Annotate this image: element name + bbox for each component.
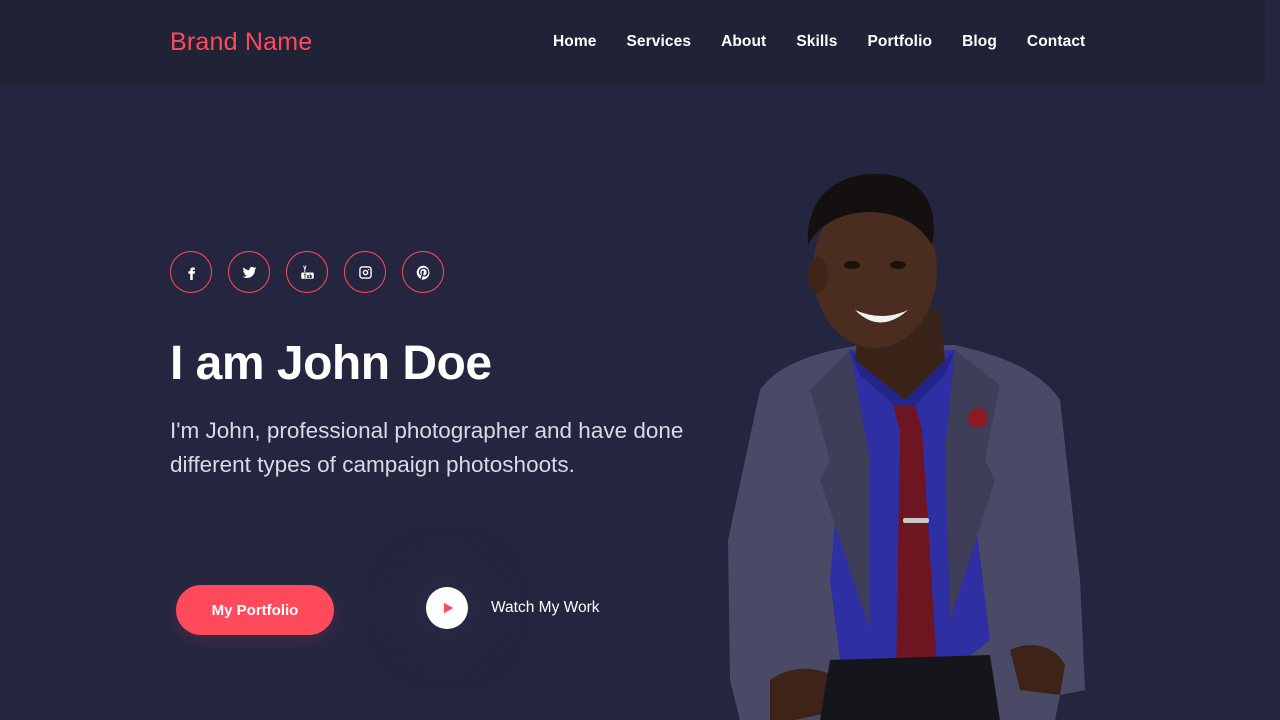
hero-description: I'm John, professional photographer and … [170, 418, 684, 477]
person-photo [728, 173, 1085, 720]
facebook-link[interactable] [170, 251, 212, 293]
watch-my-work-label: Watch My Work [491, 599, 600, 616]
instagram-link[interactable] [344, 251, 386, 293]
scrollbar[interactable] [1265, 0, 1280, 720]
navbar: Brand Name Home Services About Skills Po… [0, 0, 1265, 86]
nav-link-portfolio[interactable]: Portfolio [867, 33, 932, 50]
pinterest-icon [416, 265, 429, 280]
play-button[interactable] [426, 587, 468, 629]
nav-link-skills[interactable]: Skills [796, 33, 837, 50]
social-links [170, 251, 460, 293]
instagram-icon [358, 265, 372, 279]
twitter-link[interactable] [228, 251, 270, 293]
youtube-link[interactable] [286, 251, 328, 293]
pinterest-link[interactable] [402, 251, 444, 293]
play-icon [443, 602, 454, 614]
nav-link-contact[interactable]: Contact [1027, 33, 1085, 50]
nav-link-about[interactable]: About [721, 33, 766, 50]
nav-link-services[interactable]: Services [626, 33, 691, 50]
nav-link-home[interactable]: Home [553, 33, 596, 50]
page: Brand Name Home Services About Skills Po… [0, 0, 1280, 720]
youtube-icon [300, 265, 314, 279]
hero-title: I am John Doe [170, 337, 492, 390]
watch-my-work-button[interactable]: Watch My Work [426, 587, 600, 629]
facebook-icon [187, 267, 195, 280]
twitter-icon [242, 266, 256, 278]
brand-logo[interactable]: Brand Name [170, 28, 312, 57]
nav-menu: Home Services About Skills Portfolio Blo… [553, 33, 1085, 51]
my-portfolio-button[interactable]: My Portfolio [176, 585, 334, 635]
nav-link-blog[interactable]: Blog [962, 33, 997, 50]
